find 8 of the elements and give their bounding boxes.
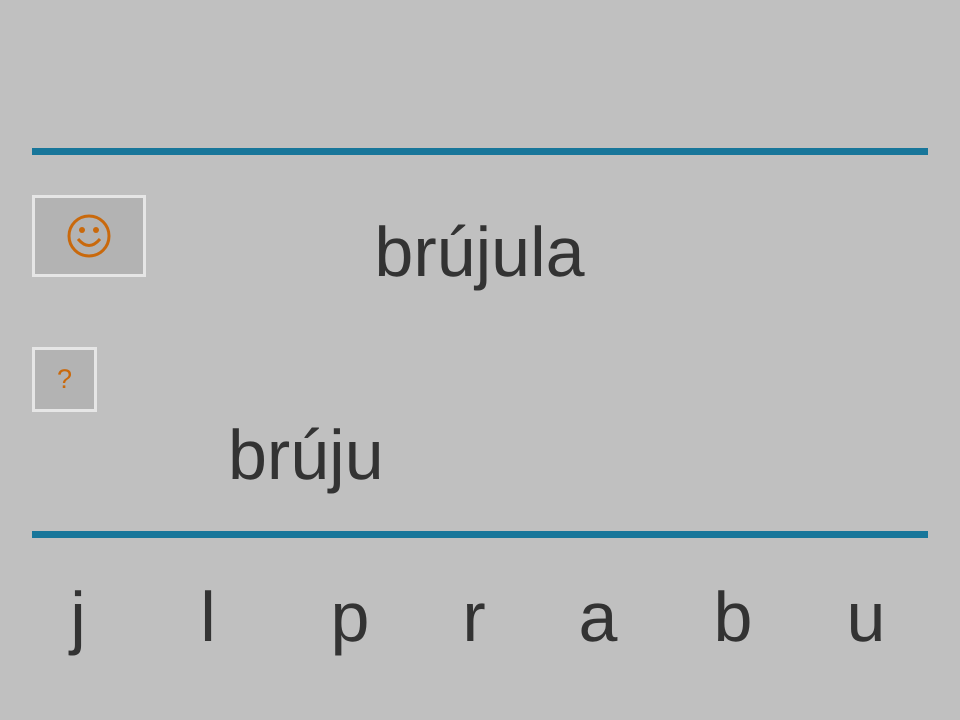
- letter-tile[interactable]: r: [462, 582, 486, 652]
- smiley-icon: [65, 212, 113, 260]
- answer-text: brúju: [228, 416, 384, 494]
- letter-tile[interactable]: l: [200, 582, 216, 652]
- letter-tile[interactable]: a: [578, 582, 618, 652]
- letter-tile[interactable]: b: [714, 582, 752, 652]
- letter-tile[interactable]: u: [846, 582, 886, 652]
- smiley-button[interactable]: [32, 195, 146, 277]
